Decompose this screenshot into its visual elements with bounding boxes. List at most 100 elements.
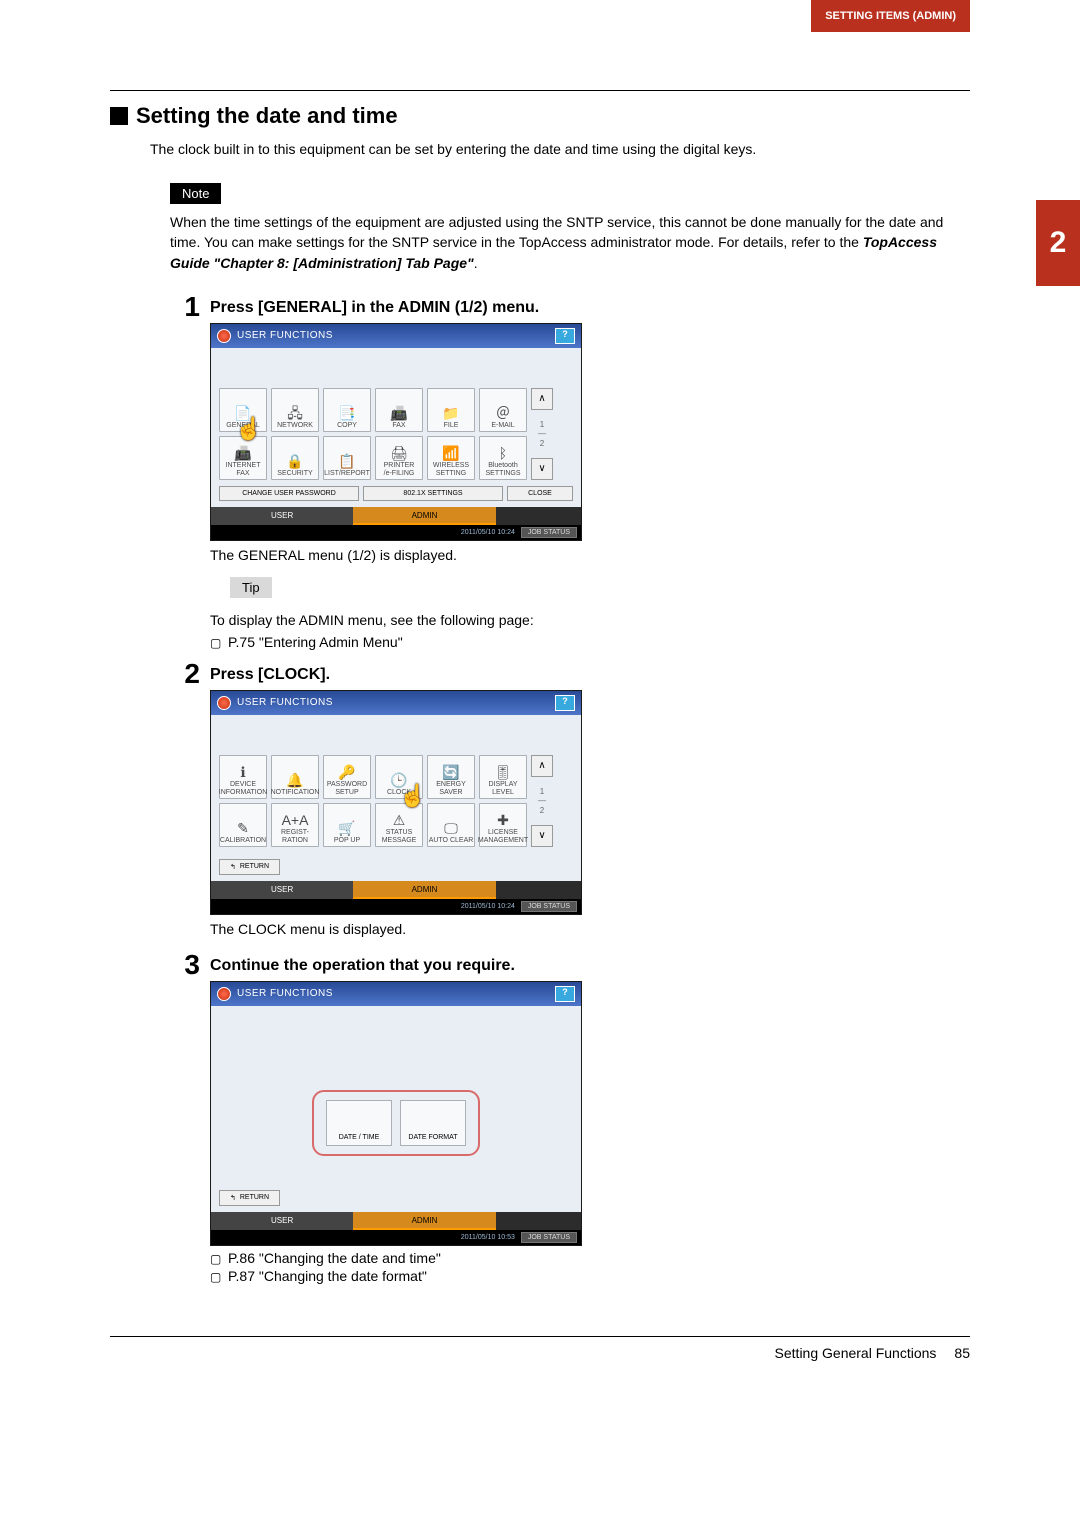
scroll-up-button[interactable]: ∧: [531, 388, 553, 410]
menu-icon: ✚: [497, 813, 509, 827]
menu-icon: 🛒: [338, 821, 355, 835]
step-2: 2 Press [CLOCK]. USER FUNCTIONS ?: [110, 660, 970, 943]
scroll-up-button[interactable]: ∧: [531, 755, 553, 777]
tab-admin[interactable]: ADMIN: [353, 881, 495, 899]
menu-button[interactable]: 📶WIRELESS SETTING: [427, 436, 475, 480]
menu-label: FILE: [444, 422, 459, 429]
menu-button[interactable]: 🖧 NETWORK: [271, 388, 319, 432]
menu-label: GENERAL: [226, 422, 259, 429]
change-password-button[interactable]: CHANGE USER PASSWORD: [219, 486, 359, 501]
menu-icon: 🔒: [286, 454, 303, 468]
help-button[interactable]: ?: [555, 328, 575, 344]
menu-button[interactable]: 📄GENERAL: [219, 388, 267, 432]
section-title-text: Setting the date and time: [136, 103, 398, 129]
chapter-tab: SETTING ITEMS (ADMIN): [811, 0, 970, 32]
section-title: Setting the date and time: [110, 103, 970, 129]
menu-label: LICENSE MANAGEMENT: [478, 829, 528, 844]
footer-section: Setting General Functions: [775, 1345, 937, 1361]
menu-label: DEVICE INFORMATION: [219, 781, 267, 796]
panel-header: USER FUNCTIONS ?: [211, 982, 581, 1006]
8021x-settings-button[interactable]: 802.1X SETTINGS: [363, 486, 503, 501]
step-3: 3 Continue the operation that you requir…: [110, 951, 970, 1286]
status-datetime: 2011/05/10 10:24: [461, 903, 515, 911]
square-bullet-icon: [110, 107, 128, 125]
logo-icon: [217, 329, 231, 343]
menu-button[interactable]: 📠INTERNET FAX: [219, 436, 267, 480]
job-status-button[interactable]: JOB STATUS: [521, 1232, 577, 1243]
menu-icon: 📋: [338, 454, 355, 468]
menu-button[interactable]: ᛒBluetooth SETTINGS: [479, 436, 527, 480]
menu-label: PASSWORD SETUP: [327, 781, 367, 796]
menu-icon: ⚠: [393, 813, 406, 827]
chapter-side-tab: 2: [1036, 200, 1080, 286]
tab-user[interactable]: USER: [211, 1212, 353, 1230]
menu-label: WIRELESS SETTING: [433, 462, 469, 477]
menu-button[interactable]: ✚ LICENSE MANAGEMENT: [479, 803, 527, 847]
note-body: When the time settings of the equipment …: [170, 212, 970, 273]
return-arrow-icon: ↰: [230, 863, 236, 871]
menu-button[interactable]: 🛒 POP UP: [323, 803, 371, 847]
menu-button[interactable]: ✎CALIBRATION: [219, 803, 267, 847]
tab-user[interactable]: USER: [211, 881, 353, 899]
step-2-title: Press [CLOCK].: [210, 666, 970, 684]
panel-header: USER FUNCTIONS ?: [211, 324, 581, 348]
menu-button[interactable]: 🔔NOTIFICATION: [271, 755, 319, 799]
note-label: Note: [170, 183, 221, 204]
close-button[interactable]: CLOSE: [507, 486, 573, 501]
menu-button[interactable]: 📑COPY: [323, 388, 371, 432]
menu-button[interactable]: ＠E-MAIL: [479, 388, 527, 432]
menu-icon: ＠: [496, 406, 510, 420]
menu-icon: 📑: [338, 406, 355, 420]
step-1-number: 1: [170, 293, 200, 652]
menu-button[interactable]: ⚠STATUS MESSAGE: [375, 803, 423, 847]
menu-button[interactable]: 🎚DISPLAY LEVEL: [479, 755, 527, 799]
menu-label: POP UP: [334, 837, 360, 844]
return-arrow-icon: ↰: [230, 1194, 236, 1202]
menu-button[interactable]: 📁FILE: [427, 388, 475, 432]
menu-button[interactable]: 🖨PRINTER /e-FILING: [375, 436, 423, 480]
tab-spacer: [496, 1212, 581, 1230]
step-1-tip-text: To display the ADMIN menu, see the follo…: [210, 612, 970, 628]
menu-button[interactable]: 🕒 CLOCK: [375, 755, 423, 799]
date-format-button[interactable]: DATE FORMAT: [400, 1100, 466, 1146]
tip-label: Tip: [230, 577, 272, 598]
job-status-button[interactable]: JOB STATUS: [521, 527, 577, 538]
menu-button[interactable]: 🔄ENERGY SAVER: [427, 755, 475, 799]
menu-label: CLOCK: [387, 789, 411, 796]
date-time-button[interactable]: DATE / TIME: [326, 1100, 392, 1146]
return-button[interactable]: ↰ RETURN: [219, 859, 280, 875]
menu-label: DISPLAY LEVEL: [488, 781, 517, 796]
tab-admin[interactable]: ADMIN: [353, 1212, 495, 1230]
menu-label: NETWORK: [277, 422, 313, 429]
menu-icon: 🔑: [338, 765, 355, 779]
menu-icon: 🖨: [390, 446, 408, 460]
tab-admin[interactable]: ADMIN: [353, 507, 495, 525]
menu-label: Bluetooth SETTINGS: [485, 462, 520, 477]
job-status-button[interactable]: JOB STATUS: [521, 901, 577, 912]
help-button[interactable]: ?: [555, 986, 575, 1002]
menu-button[interactable]: 📋 LIST/REPORT: [323, 436, 371, 480]
menu-button[interactable]: 🖵AUTO CLEAR: [427, 803, 475, 847]
menu-icon: 🖧: [287, 406, 303, 420]
menu-icon: 🕒: [390, 773, 407, 787]
tab-user[interactable]: USER: [211, 507, 353, 525]
menu-button[interactable]: A+AREGIST- RATION: [271, 803, 319, 847]
menu-label: LIST/REPORT: [324, 470, 370, 477]
logo-icon: [217, 987, 231, 1001]
menu-button[interactable]: 🔒SECURITY: [271, 436, 319, 480]
intro-text: The clock built in to this equipment can…: [150, 141, 970, 157]
menu-button[interactable]: 📠FAX: [375, 388, 423, 432]
help-button[interactable]: ?: [555, 695, 575, 711]
step-1-after: The GENERAL menu (1/2) is displayed.: [210, 547, 970, 563]
step-3-ref2: P.87 "Changing the date format": [210, 1268, 970, 1284]
scroll-down-button[interactable]: ∨: [531, 825, 553, 847]
screenshot-general-menu: USER FUNCTIONS ? ℹDEVICE INFORMATION🔔NOT…: [210, 690, 582, 915]
menu-icon: A+A: [282, 813, 309, 827]
menu-button[interactable]: ℹDEVICE INFORMATION: [219, 755, 267, 799]
logo-icon: [217, 696, 231, 710]
menu-icon: 🔄: [442, 765, 459, 779]
menu-button[interactable]: 🔑 PASSWORD SETUP: [323, 755, 371, 799]
scroll-down-button[interactable]: ∨: [531, 458, 553, 480]
return-button[interactable]: ↰ RETURN: [219, 1190, 280, 1206]
screenshot-clock-menu: USER FUNCTIONS ? DATE / TIME DATE FORMAT: [210, 981, 582, 1246]
